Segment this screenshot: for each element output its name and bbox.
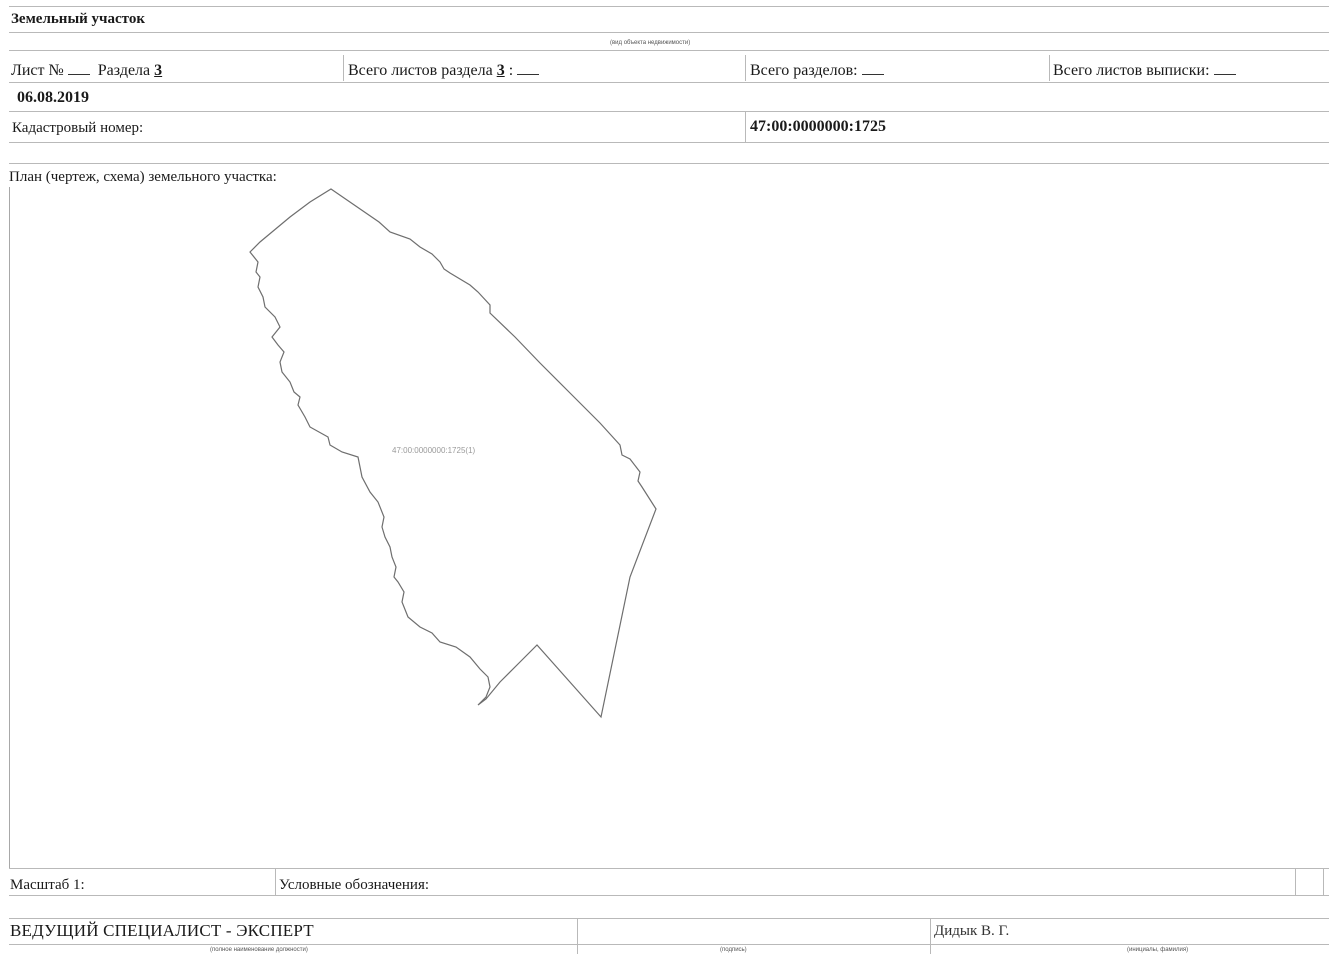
sheet-number: Лист № Раздела 3 [11,60,162,80]
signature-caption-rule [9,944,1329,945]
total-extract-sheets-blank [1213,60,1236,75]
signature-top-rule [9,918,1329,919]
sheet-label: Лист № [11,62,64,79]
footer-divider-3 [1323,869,1324,895]
caption-rule [9,50,1329,51]
signature-caption: (подпись) [720,947,747,953]
date-rule [9,111,1329,112]
section-number: 3 [154,62,163,79]
signature-divider-1 [577,919,578,954]
cadastral-label: Кадастровый номер: [12,120,144,136]
footer-divider-2 [1295,869,1296,895]
object-type-caption: (вид объекта недвижимости) [610,40,691,46]
sheet-divider-1 [343,55,344,81]
sheet-divider-3 [1049,55,1050,81]
footer-top-rule [9,868,1329,869]
official-position: ВЕДУЩИЙ СПЕЦИАЛИСТ - ЭКСПЕРТ [10,921,314,940]
top-rule [9,6,1329,7]
legend-label: Условные обозначения: [279,877,430,893]
total-sheets-section-blank [517,60,540,75]
cadastral-rule [9,142,1329,143]
plan-title: План (чертеж, схема) земельного участка: [9,169,277,185]
plan-drawing-area: 47:00:0000000:1725(1) [9,187,1329,868]
sheet-divider-2 [745,55,746,81]
initials-caption: (инициалы, фамилия) [1127,947,1189,953]
total-extract-sheets-label: Всего листов выписки: [1053,62,1210,79]
sheet-number-blank [67,60,90,75]
parcel-label: 47:00:0000000:1725(1) [392,446,476,455]
total-sheets-section-value: 3 [496,62,505,79]
section-label: Раздела [97,62,151,79]
position-caption: (полное наименование должности) [210,947,308,953]
sheet-row-rule [9,82,1329,83]
plan-top-rule [9,163,1329,164]
object-type: Земельный участок [11,11,145,27]
total-sheets-section-label: Всего листов раздела [348,62,493,79]
total-extract-sheets: Всего листов выписки: [1053,60,1236,80]
scale-label: Масштаб 1: [10,877,85,893]
total-sections-label: Всего разделов: [750,62,858,79]
signature-divider-2 [930,919,931,954]
extract-date: 06.08.2019 [17,89,89,106]
footer-divider-1 [275,869,276,895]
total-sections-blank [861,60,884,75]
total-sections: Всего разделов: [750,60,884,80]
parcel-plan-drawing: 47:00:0000000:1725(1) [249,188,657,719]
official-name: Дидык В. Г. [934,923,1010,939]
cadastral-divider [745,112,746,142]
footer-bottom-rule [9,895,1329,896]
colon: : [508,62,514,79]
total-sheets-section: Всего листов раздела 3 : [348,60,540,80]
cadastral-number: 47:00:0000000:1725 [750,118,886,135]
object-type-rule [9,32,1329,33]
